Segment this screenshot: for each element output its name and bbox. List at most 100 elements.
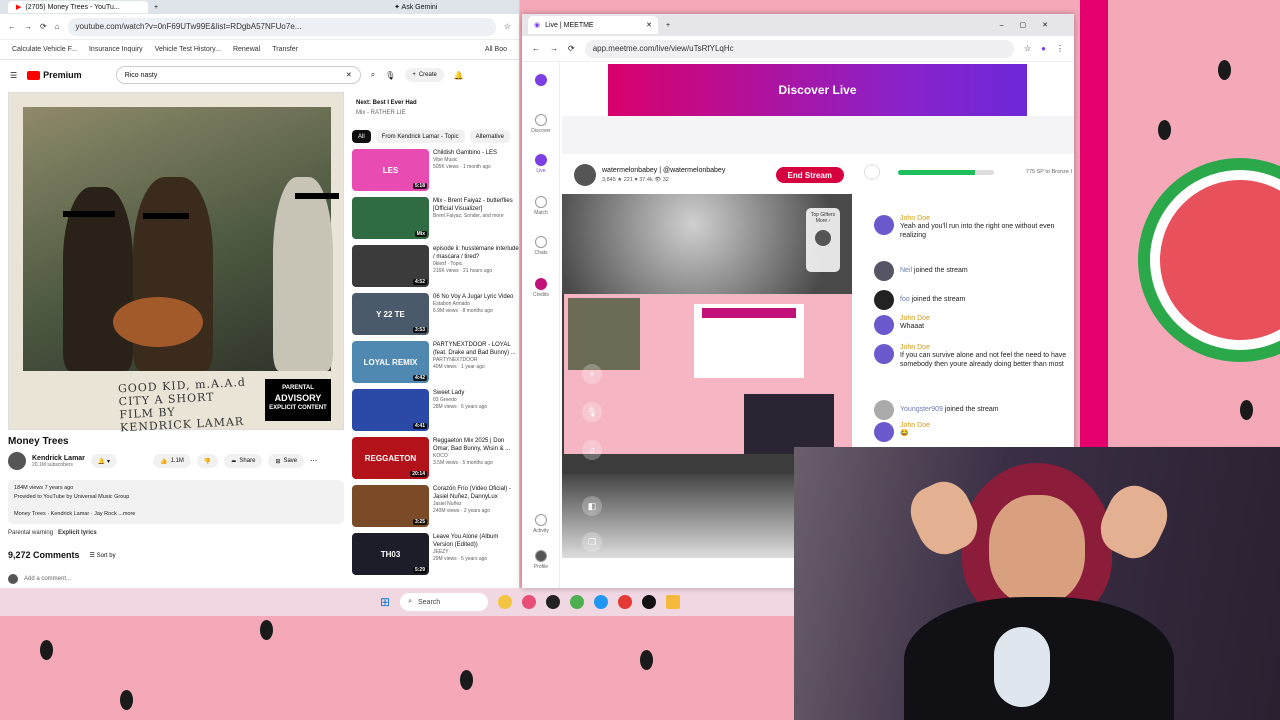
star-icon[interactable]: ☆ (504, 22, 511, 31)
subscribed-bell-button[interactable]: 🔔 ▾ (90, 454, 118, 468)
rec-title[interactable]: PARTYNEXTDOOR - LOYAL (feat. Drake and B… (433, 341, 519, 357)
recommendation-item[interactable]: TH03 5:29 Leave You Alone (Album Version (… (352, 533, 519, 581)
bookmark-item[interactable]: Transfer (272, 46, 298, 53)
chat-username[interactable]: John Doe (900, 315, 930, 322)
meetme-url-field[interactable]: app.meetme.com/live/view/uTsRfYLqHc (584, 39, 1014, 58)
mic-icon[interactable]: 🎙 (385, 71, 395, 80)
chat-username[interactable]: John Doe (900, 344, 1074, 351)
windows-start-icon[interactable]: ⊞ (380, 595, 390, 609)
reload-icon[interactable]: ⟳ (568, 44, 575, 53)
rec-thumbnail[interactable]: Y 22 TE 3:53 (352, 293, 429, 335)
recommendation-item[interactable]: LOYAL REMIX 4:42 PARTYNEXTDOOR - LOYAL (fe… (352, 341, 519, 389)
reload-icon[interactable]: ⟳ (40, 22, 47, 31)
recommendation-item[interactable]: 4:52 episode ii: husslemane interlude / m… (352, 245, 519, 293)
copy-icon[interactable]: ❐ (582, 532, 602, 552)
back-icon[interactable]: ← (532, 44, 540, 53)
menu-dots-icon[interactable]: ⋮ (1056, 44, 1064, 53)
back-icon[interactable]: ← (8, 22, 16, 31)
rec-thumbnail[interactable]: LOYAL REMIX 4:42 (352, 341, 429, 383)
add-icon[interactable]: + (582, 364, 602, 384)
sort-by-button[interactable]: ☰ Sort by (90, 552, 116, 559)
clear-icon[interactable]: ✕ (346, 71, 352, 79)
nav-chats[interactable]: Chats (522, 236, 560, 256)
chat-avatar[interactable] (874, 344, 894, 364)
menu-icon[interactable]: ☰ (10, 71, 17, 80)
taskbar-search[interactable]: ⌕ Search (400, 593, 489, 611)
chat-username[interactable]: Neil (900, 267, 912, 274)
rec-thumbnail[interactable]: Mix (352, 197, 429, 239)
folder-icon[interactable] (666, 595, 681, 609)
chat-avatar[interactable] (874, 215, 894, 235)
chat-username[interactable]: John Doe (900, 215, 1074, 222)
chat-avatar[interactable] (874, 422, 894, 442)
bookmark-item[interactable]: Vehicle Test History... (155, 46, 221, 53)
camera-icon[interactable]: ◧ (582, 496, 602, 516)
next-up[interactable]: Next: Best I Ever Had Mix - RATHER LIE (352, 96, 519, 120)
add-comment-field[interactable]: Add a comment... (8, 574, 71, 584)
mic-icon[interactable]: 🎙 (582, 402, 602, 422)
streamer-avatar[interactable] (574, 164, 596, 186)
more-link[interactable]: More › (806, 218, 840, 224)
rec-thumbnail[interactable]: LES 5:18 (352, 149, 429, 191)
like-button[interactable]: 👍 1.1M (153, 454, 191, 468)
album-cover[interactable]: GOOD KID, m.A.A.d CITY A SHORT FILM BY K… (8, 92, 344, 434)
nav-profile[interactable]: Profile (522, 550, 560, 570)
recommendation-item[interactable]: Y 22 TE 3:53 06 No Voy A Jugar Lyric Video… (352, 293, 519, 341)
recommendation-item[interactable]: LES 5:18 Childish Gambino - LES Vibe Music 5… (352, 149, 519, 197)
stream-video[interactable]: Top Gifters More › + 🎙 ♫ (562, 194, 852, 474)
chat-avatar[interactable] (874, 400, 894, 420)
widget-icon[interactable] (498, 595, 513, 609)
bell-icon[interactable]: 🔔 (454, 71, 464, 80)
save-button[interactable]: ⊞ Save (268, 454, 305, 468)
chat-avatar[interactable] (874, 261, 894, 281)
top-gifters-panel[interactable]: Top Gifters More › (806, 208, 840, 272)
channel-name[interactable]: Kendrick Lamar (32, 455, 85, 462)
forward-icon[interactable]: → (550, 44, 558, 53)
rec-title[interactable]: episode ii: husslemane interlude / masca… (433, 245, 519, 261)
chat-avatar[interactable] (874, 315, 894, 335)
window-controls[interactable]: –▢✕ (1000, 21, 1064, 29)
chip-all[interactable]: All (352, 130, 371, 143)
share-button[interactable]: ➦ Share (224, 454, 263, 468)
forward-icon[interactable]: → (24, 22, 32, 31)
rec-thumbnail[interactable]: REGGAETON 20:14 (352, 437, 429, 479)
nav-live[interactable]: Live (522, 154, 560, 174)
rec-thumbnail[interactable]: 3:25 (352, 485, 429, 527)
nav-activity[interactable]: Activity (522, 514, 560, 534)
rec-title[interactable]: Corazón Frío (Video Oficial) - Jasiel Nu… (433, 485, 519, 501)
nav-discover[interactable]: Discover (522, 114, 560, 134)
chip-alternative[interactable]: Alternative (469, 130, 510, 143)
search-icon[interactable]: ⌕ (371, 70, 375, 80)
end-stream-button[interactable]: End Stream (775, 167, 844, 183)
rec-title[interactable]: Mix - Brent Faiyaz - butterflies [Offici… (433, 197, 519, 213)
chrome-icon[interactable] (618, 595, 633, 609)
description-box[interactable]: 184M views 7 years ago Provided to YouTu… (8, 480, 344, 524)
tab-meetme[interactable]: ◉ Live | MEETME ✕ (528, 16, 658, 34)
bookmark-item[interactable]: Insurance Inquiry (89, 46, 143, 53)
chrome-icon[interactable] (570, 595, 585, 609)
chat-username[interactable]: foo (900, 296, 910, 303)
new-tab-icon[interactable]: + (666, 22, 670, 29)
star-icon[interactable]: ☆ (1024, 44, 1031, 53)
rec-title[interactable]: Sweet Lady (433, 389, 487, 397)
rec-title[interactable]: Reggaeton Mix 2025 | Don Omar, Bad Bunny… (433, 437, 519, 453)
url-field[interactable]: youtube.com/watch?v=0nF69UTw99E&list=RDg… (67, 17, 496, 36)
close-tab-icon[interactable]: ✕ (646, 21, 652, 29)
bookmark-item[interactable]: Calculate Vehicle F... (12, 46, 77, 53)
rec-title[interactable]: Childish Gambino - LES (433, 149, 497, 157)
recommendation-item[interactable]: 3:25 Corazón Frío (Video Oficial) - Jasie… (352, 485, 519, 533)
rec-thumbnail[interactable]: TH03 5:29 (352, 533, 429, 575)
more-icon[interactable]: ⋯ (310, 457, 317, 465)
chat-username[interactable]: Youngster909 (900, 406, 943, 413)
recommendation-item[interactable]: Mix Mix - Brent Faiyaz - butterflies [Off… (352, 197, 519, 245)
rec-thumbnail[interactable]: 4:41 (352, 389, 429, 431)
recommendation-item[interactable]: 4:41 Sweet Lady 03 Greedo 28M views · 6 yea… (352, 389, 519, 437)
streamer-name[interactable]: watermelonbabey | @watermelonbabey (602, 167, 725, 174)
tab-youtube[interactable]: ▶ (2705) Money Trees - YouTu... (8, 1, 148, 13)
bookmark-item[interactable]: All Boo (485, 46, 507, 53)
gemini-icon[interactable]: ✦ Ask Gemini (394, 3, 437, 11)
chip-from-artist[interactable]: From Kendrick Lamar - Topic (375, 130, 465, 143)
meetme-logo-icon[interactable] (522, 74, 560, 86)
tiktok-icon[interactable] (642, 595, 657, 609)
new-tab-icon[interactable]: + (154, 4, 158, 11)
